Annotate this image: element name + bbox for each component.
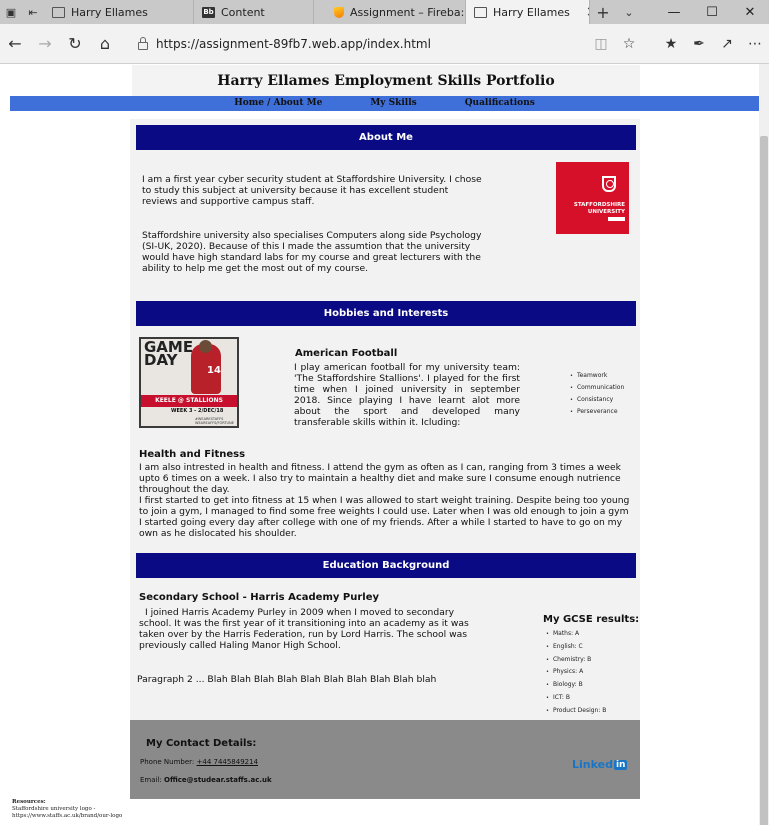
email-value[interactable]: Office@studear.staffs.ac.uk bbox=[164, 776, 272, 784]
resources-footer: Resources: Staffordshire university logo… bbox=[12, 799, 122, 820]
page-scrollbar[interactable] bbox=[759, 64, 769, 825]
site-header: Harry Ellames Employment Skills Portfoli… bbox=[132, 65, 640, 96]
poster-number: 14 bbox=[207, 365, 221, 376]
skills-list: Teamwork Communication Consistancy Perse… bbox=[570, 370, 624, 418]
football-paragraph: I play american football for my universi… bbox=[294, 362, 520, 428]
nav-home[interactable]: Home / About Me bbox=[234, 96, 322, 111]
school-title: Secondary School - Harris Academy Purley bbox=[139, 592, 379, 603]
favorite-star-icon[interactable]: ☆ bbox=[615, 36, 643, 52]
poster-week: WEEK 3 - 2/DEC/18 bbox=[171, 408, 224, 414]
window-controls: — ☐ ✕ bbox=[655, 0, 769, 24]
site-title: Harry Ellames Employment Skills Portfoli… bbox=[217, 72, 555, 89]
pen-icon[interactable]: ✒ bbox=[685, 36, 713, 52]
education-paragraph-2: Paragraph 2 ... Blah Blah Blah Blah Blah… bbox=[137, 674, 437, 685]
set-aside-tabs-icon[interactable]: ⇤ bbox=[22, 0, 44, 24]
more-menu-icon[interactable]: ⋯ bbox=[741, 36, 769, 52]
gcse-title: My GCSE results: bbox=[543, 614, 640, 625]
main-content: About Me I am a first year cyber securit… bbox=[130, 119, 640, 799]
staffordshire-logo: STAFFORDSHIRE UNIVERSITY bbox=[556, 162, 629, 234]
site-nav: Home / About Me My Skills Qualifications bbox=[10, 96, 759, 111]
list-item: Perseverance bbox=[570, 406, 624, 418]
contact-title: My Contact Details: bbox=[146, 738, 257, 749]
linkedin-logo[interactable]: Linked in bbox=[572, 758, 628, 771]
about-heading: About Me bbox=[136, 125, 636, 150]
list-item: Teamwork bbox=[570, 370, 624, 382]
web-page: Harry Ellames Employment Skills Portfoli… bbox=[0, 65, 759, 825]
home-icon[interactable]: ⌂ bbox=[90, 34, 120, 53]
reading-view-icon[interactable]: ◫ bbox=[587, 36, 615, 52]
url-field[interactable]: https://assignment-89fb7.web.app/index.h… bbox=[134, 31, 554, 57]
poster-band: KEELE @ STALLIONS bbox=[141, 395, 237, 407]
linkedin-icon: in bbox=[613, 759, 628, 770]
about-paragraph-2: Staffordshire university also specialise… bbox=[142, 230, 482, 274]
favorites-hub-icon[interactable]: ★ bbox=[657, 36, 685, 52]
scrollbar-thumb[interactable] bbox=[760, 136, 768, 825]
logo-text: STAFFORDSHIRE UNIVERSITY bbox=[573, 202, 625, 215]
phone-row: Phone Number: +44 7445849214 bbox=[140, 758, 259, 766]
list-item: Product Design: B bbox=[546, 705, 606, 718]
browser-tab-bar: ▣ ⇤ Harry Ellames Bb Content Assignment … bbox=[0, 0, 769, 24]
toolbar-actions: ◫ ☆ ★ ✒ ↗ ⋯ bbox=[587, 36, 769, 52]
list-item: Physics: A bbox=[546, 666, 606, 679]
gcse-list: Maths: A English: C Chemistry: B Physics… bbox=[546, 628, 606, 718]
nav-skills[interactable]: My Skills bbox=[370, 96, 416, 111]
list-item: Biology: B bbox=[546, 679, 606, 692]
education-heading: Education Background bbox=[136, 553, 636, 578]
tab-firebase[interactable]: Assignment – Fireba: bbox=[326, 0, 466, 24]
minimize-icon[interactable]: — bbox=[655, 0, 693, 24]
tab-harry-ellames-1[interactable]: Harry Ellames bbox=[44, 0, 194, 24]
address-toolbar: ← → ↻ ⌂ https://assignment-89fb7.web.app… bbox=[0, 24, 769, 64]
tab-actions-icon[interactable]: ▣ bbox=[0, 0, 22, 24]
lock-icon bbox=[138, 36, 148, 50]
share-icon[interactable]: ↗ bbox=[713, 36, 741, 52]
poster-tags: #WEARESTAFFS WEAREAFFS/FORTUNE bbox=[195, 417, 234, 425]
game-day-poster: GAME DAY 14 KEELE @ STALLIONS WEEK 3 - 2… bbox=[139, 337, 239, 428]
resources-line-1: Staffordshire university logo - bbox=[12, 806, 96, 812]
blackboard-icon: Bb bbox=[202, 6, 215, 18]
list-item: Consistancy bbox=[570, 394, 624, 406]
fitness-title: Health and Fitness bbox=[139, 449, 246, 460]
fitness-paragraph-2: I first started to get into fitness at 1… bbox=[139, 495, 630, 539]
new-tab-icon[interactable]: + bbox=[590, 0, 616, 24]
shield-icon bbox=[602, 176, 616, 192]
close-window-icon[interactable]: ✕ bbox=[731, 0, 769, 24]
poster-title: GAME DAY bbox=[144, 338, 194, 369]
fitness-paragraph-1: I am also intrested in health and fitnes… bbox=[139, 462, 622, 495]
forward-arrow-icon[interactable]: → bbox=[30, 34, 60, 53]
tab-content[interactable]: Bb Content bbox=[194, 0, 314, 24]
tab-list-chevron-icon[interactable]: ⌄ bbox=[616, 0, 642, 24]
list-item: Communication bbox=[570, 382, 624, 394]
firebase-icon bbox=[334, 6, 344, 18]
hobbies-heading: Hobbies and Interests bbox=[136, 301, 636, 326]
email-row: Email: Office@studear.staffs.ac.uk bbox=[140, 776, 272, 784]
list-item: English: C bbox=[546, 641, 606, 654]
nav-qualifications[interactable]: Qualifications bbox=[465, 96, 535, 111]
list-item: Chemistry: B bbox=[546, 654, 606, 667]
football-title: American Football bbox=[295, 348, 398, 359]
refresh-icon[interactable]: ↻ bbox=[60, 34, 90, 53]
list-item: ICT: B bbox=[546, 692, 606, 705]
list-item: Maths: A bbox=[546, 628, 606, 641]
resources-title: Resources: bbox=[12, 799, 46, 805]
resources-line-2[interactable]: https://www.staffs.ac.uk/brand/our-logo bbox=[12, 813, 122, 820]
back-arrow-icon[interactable]: ← bbox=[0, 34, 30, 53]
tab-harry-ellames-active[interactable]: Harry Ellames × bbox=[466, 0, 590, 24]
page-icon bbox=[52, 6, 65, 18]
school-paragraph: I joined Harris Academy Purley in 2009 w… bbox=[139, 607, 469, 651]
maximize-icon[interactable]: ☐ bbox=[693, 0, 731, 24]
logo-bar bbox=[608, 217, 625, 221]
about-paragraph-1: I am a first year cyber security student… bbox=[142, 174, 482, 207]
phone-link[interactable]: +44 7445849214 bbox=[197, 758, 259, 766]
url-text: https://assignment-89fb7.web.app/index.h… bbox=[156, 36, 431, 51]
page-icon bbox=[474, 6, 487, 18]
contact-section: My Contact Details: Phone Number: +44 74… bbox=[130, 720, 640, 799]
